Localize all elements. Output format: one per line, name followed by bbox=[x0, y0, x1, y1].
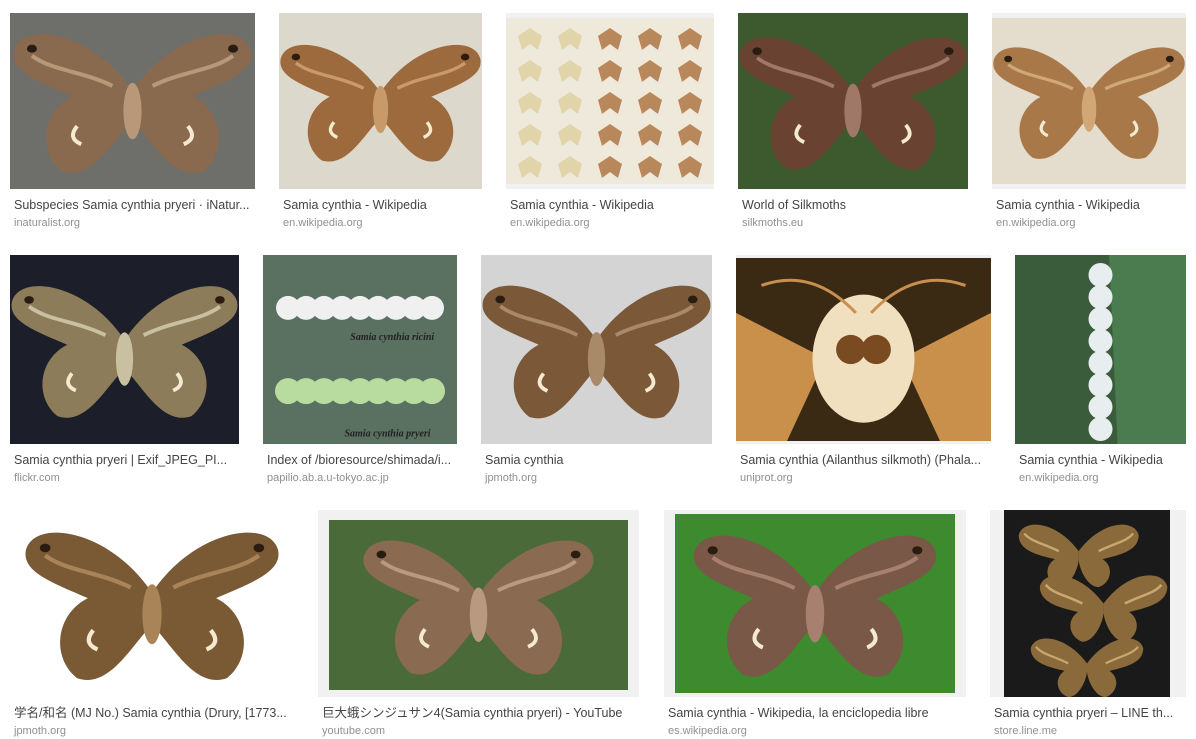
result-title[interactable]: 学名/和名 (MJ No.) Samia cynthia (Drury, [17… bbox=[14, 705, 290, 721]
result-thumbnail-frame[interactable] bbox=[481, 255, 712, 444]
result-source-domain: en.wikipedia.org bbox=[1019, 472, 1099, 484]
result-title[interactable]: Samia cynthia - Wikipedia, la encicloped… bbox=[668, 705, 962, 721]
image-result-card[interactable]: Samia cynthia - Wikipedia en.wikipedia.or… bbox=[279, 13, 482, 239]
moth-in-garden-image[interactable] bbox=[329, 520, 628, 690]
moth-at-night-image[interactable] bbox=[10, 255, 239, 444]
image-results-grid: Subspecies Samia cynthia pryeri · iNatur… bbox=[0, 0, 1196, 739]
image-result-card[interactable]: Samia cynthia - Wikipedia en.wikipedia.or… bbox=[1015, 255, 1186, 494]
result-thumbnail-frame[interactable]: Samia cynthia ricini Samia cynthia pryeri bbox=[263, 255, 457, 444]
image-result-card[interactable]: 学名/和名 (MJ No.) Samia cynthia (Drury, [17… bbox=[10, 510, 294, 739]
result-thumbnail-frame[interactable] bbox=[318, 510, 639, 697]
result-thumbnail-frame[interactable] bbox=[992, 13, 1186, 189]
result-title[interactable]: Samia cynthia - Wikipedia bbox=[1019, 452, 1182, 468]
result-thumbnail-frame[interactable] bbox=[664, 510, 966, 697]
pinned-moth-specimen-image[interactable] bbox=[992, 18, 1186, 184]
result-source-domain: jpmoth.org bbox=[14, 725, 66, 737]
result-title[interactable]: Samia cynthia bbox=[485, 452, 708, 468]
result-title[interactable]: Samia cynthia pryeri – LINE th... bbox=[994, 705, 1182, 721]
result-title[interactable]: World of Silkmoths bbox=[742, 197, 964, 213]
moth-on-branch-image[interactable] bbox=[738, 13, 968, 189]
image-result-card[interactable]: Samia cynthia jpmoth.org bbox=[481, 255, 712, 494]
image-result-card[interactable]: Samia cynthia - Wikipedia en.wikipedia.or… bbox=[506, 13, 714, 239]
result-source-domain: es.wikipedia.org bbox=[668, 725, 747, 737]
result-source-domain: uniprot.org bbox=[740, 472, 793, 484]
result-source-domain: store.line.me bbox=[994, 725, 1057, 737]
result-thumbnail-frame[interactable] bbox=[1015, 255, 1186, 444]
result-source-domain: flickr.com bbox=[14, 472, 60, 484]
result-thumbnail-frame[interactable] bbox=[736, 255, 991, 444]
result-thumbnail-frame[interactable] bbox=[506, 13, 714, 189]
result-title[interactable]: Subspecies Samia cynthia pryeri · iNatur… bbox=[14, 197, 251, 213]
result-thumbnail-frame[interactable] bbox=[10, 510, 294, 697]
image-result-card[interactable]: Samia cynthia - Wikipedia en.wikipedia.or… bbox=[992, 13, 1186, 239]
result-title[interactable]: Index of /bioresource/shimada/i... bbox=[267, 452, 453, 468]
moth-on-asphalt-image[interactable] bbox=[10, 13, 255, 189]
image-result-card[interactable]: Subspecies Samia cynthia pryeri · iNatur… bbox=[10, 13, 255, 239]
result-source-domain: silkmoths.eu bbox=[742, 217, 804, 229]
moth-illustrations-image[interactable] bbox=[1004, 510, 1170, 697]
specimen-collection-box-image[interactable] bbox=[506, 18, 714, 184]
image-result-card[interactable]: 巨大蛾シンジュサン4(Samia cynthia pryeri) - YouTu… bbox=[318, 510, 639, 739]
result-thumbnail-frame[interactable] bbox=[990, 510, 1186, 697]
moth-on-stem-image[interactable] bbox=[675, 514, 955, 693]
result-thumbnail-frame[interactable] bbox=[10, 13, 255, 189]
moth-specimen-on-grey-image[interactable] bbox=[481, 255, 712, 444]
caption-pryeri: Samia cynthia pryeri bbox=[344, 428, 430, 439]
result-source-domain: en.wikipedia.org bbox=[283, 217, 363, 229]
caption-ricini: Samia cynthia ricini bbox=[350, 332, 434, 343]
result-source-domain: en.wikipedia.org bbox=[996, 217, 1076, 229]
image-result-card[interactable]: Samia cynthia (Ailanthus silkmoth) (Phal… bbox=[736, 255, 991, 494]
result-thumbnail-frame[interactable] bbox=[279, 13, 482, 189]
result-thumbnail-frame[interactable] bbox=[10, 255, 239, 444]
image-result-card[interactable]: Samia cynthia ricini Samia cynthia pryeri… bbox=[263, 255, 457, 494]
result-source-domain: papilio.ab.a.u-tokyo.ac.jp bbox=[267, 472, 389, 484]
result-title[interactable]: Samia cynthia - Wikipedia bbox=[510, 197, 710, 213]
result-title[interactable]: 巨大蛾シンジュサン4(Samia cynthia pryeri) - YouTu… bbox=[322, 705, 635, 721]
image-result-card[interactable]: Samia cynthia - Wikipedia, la encicloped… bbox=[664, 510, 966, 739]
result-thumbnail-frame[interactable] bbox=[738, 13, 968, 189]
image-result-card[interactable]: Samia cynthia pryeri | Exif_JPEG_PI...fl… bbox=[10, 255, 239, 494]
result-source-domain: youtube.com bbox=[322, 725, 385, 737]
result-source-domain: en.wikipedia.org bbox=[510, 217, 590, 229]
silkworm-caterpillars-image[interactable]: Samia cynthia ricini Samia cynthia pryeri bbox=[263, 255, 457, 444]
image-result-card[interactable]: Samia cynthia pryeri – LINE th... store.l… bbox=[990, 510, 1186, 739]
image-result-card[interactable]: World of Silkmoths silkmoths.eu bbox=[738, 13, 968, 239]
result-source-domain: inaturalist.org bbox=[14, 217, 81, 229]
pinned-moth-specimen-image[interactable] bbox=[279, 13, 482, 189]
result-title[interactable]: Samia cynthia - Wikipedia bbox=[283, 197, 478, 213]
moth-face-closeup-image[interactable] bbox=[736, 258, 991, 441]
caterpillar-on-leaf-image[interactable] bbox=[1015, 255, 1186, 444]
result-title[interactable]: Samia cynthia - Wikipedia bbox=[996, 197, 1182, 213]
result-title[interactable]: Samia cynthia pryeri | Exif_JPEG_PI... bbox=[14, 452, 235, 468]
result-title[interactable]: Samia cynthia (Ailanthus silkmoth) (Phal… bbox=[740, 452, 987, 468]
result-source-domain: jpmoth.org bbox=[485, 472, 537, 484]
moth-specimen-on-white-image[interactable] bbox=[10, 510, 294, 697]
